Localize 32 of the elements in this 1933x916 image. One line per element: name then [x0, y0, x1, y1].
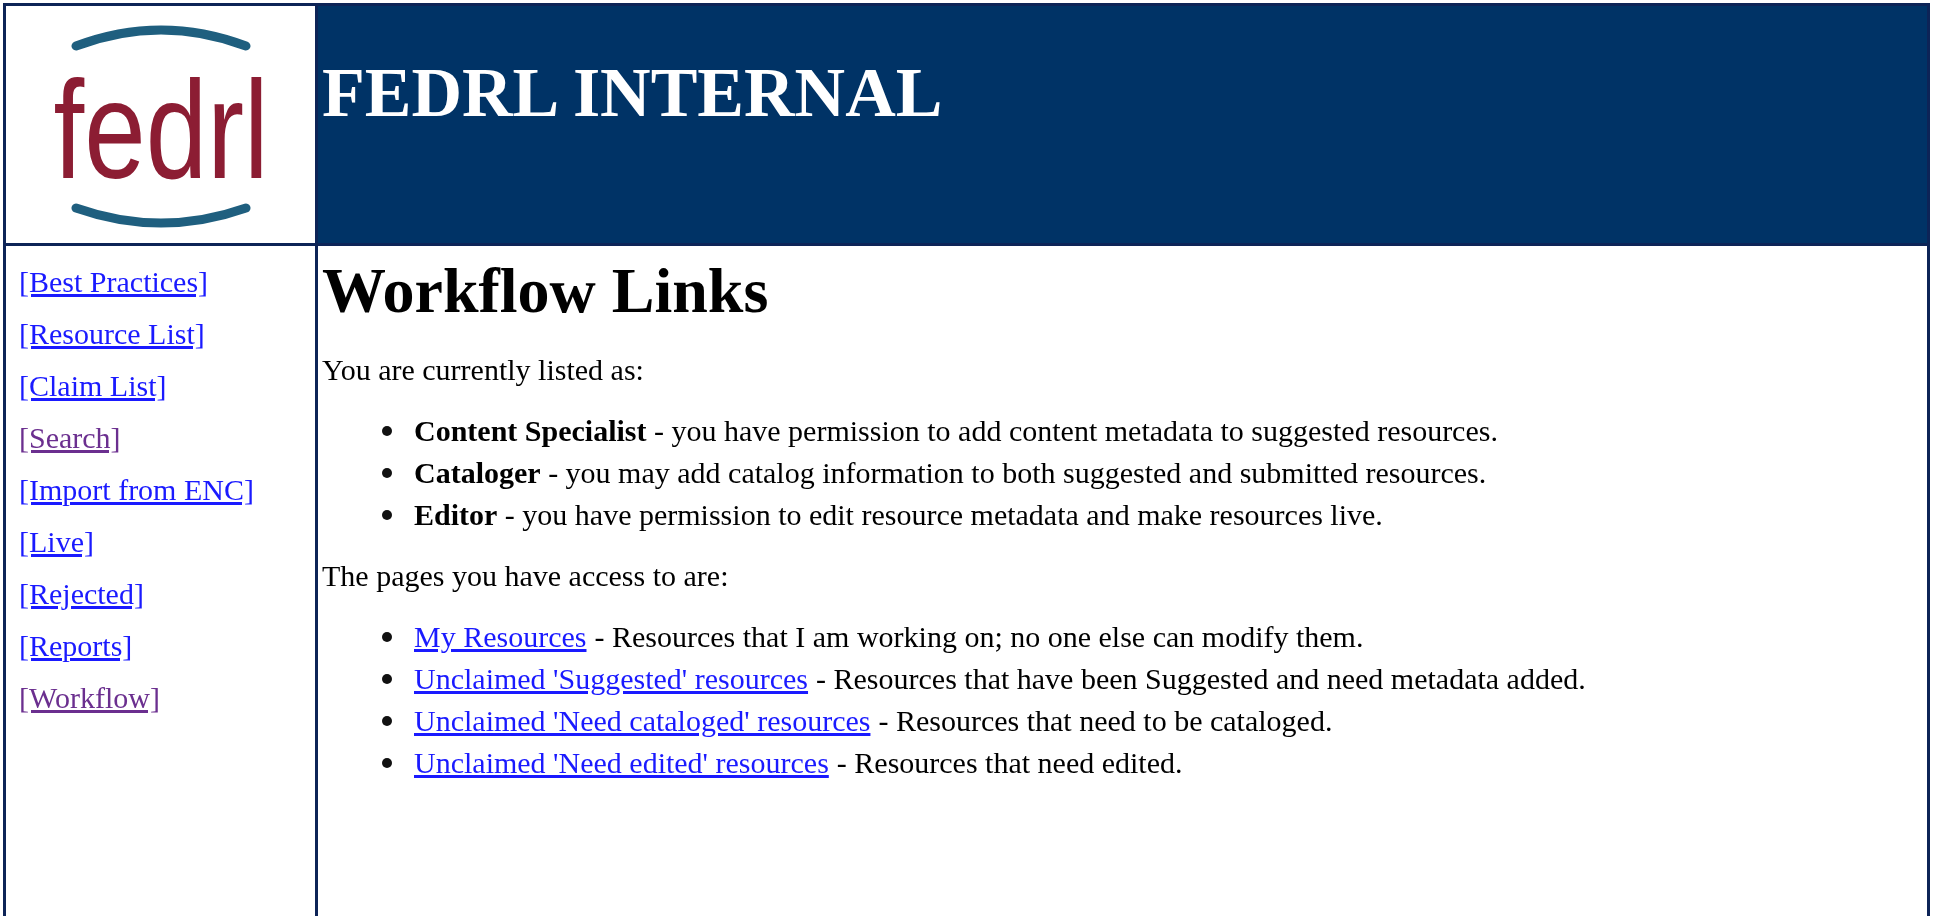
nav-link[interactable]: [Workflow] [19, 672, 160, 724]
nav-link[interactable]: [Resource List] [19, 308, 205, 360]
logo: fedrl [35, 15, 286, 234]
page-description: - Resources that have been Suggested and need metadata added. [816, 660, 1586, 697]
site-title: FEDRL INTERNAL [322, 54, 943, 131]
page-link[interactable]: Unclaimed 'Suggested' resources [414, 657, 809, 700]
bullet-icon [382, 509, 392, 520]
intro-text: You are currently listed as: [322, 352, 644, 386]
nav-link[interactable]: [Import from ENC] [19, 464, 254, 516]
nav-link[interactable]: [Search] [19, 412, 121, 464]
bullet-icon [382, 425, 392, 436]
page-link[interactable]: Unclaimed 'Need cataloged' resources [414, 699, 871, 742]
nav-link[interactable]: [Reports] [19, 620, 133, 672]
bullet-icon [382, 757, 392, 768]
nav-link[interactable]: [Live] [19, 516, 94, 568]
page-link[interactable]: My Resources [414, 615, 587, 658]
bullet-icon [382, 467, 392, 478]
role-text: Cataloger - you may add catalog information to both suggested and submitted resources. [414, 454, 1487, 491]
page-description: - Resources that I am working on; no one else can modify them. [594, 618, 1364, 655]
nav-link[interactable]: [Best Practices] [19, 256, 209, 308]
page-link[interactable]: Unclaimed 'Need edited' resources [414, 741, 829, 784]
intro-text: The pages you have access to are: [322, 558, 729, 592]
role-text: Editor - you have permission to edit resource metadata and make resources live. [414, 496, 1383, 533]
page-description: - Resources that need edited. [836, 744, 1183, 781]
role-text: Content Specialist - you have permission to add content metadata to suggested resources. [414, 412, 1498, 449]
page-heading: Workflow Links [322, 254, 769, 328]
bullet-icon [382, 715, 392, 726]
bullet-icon [382, 631, 392, 642]
bullet-icon [382, 673, 392, 684]
page-description: - Resources that need to be cataloged. [878, 702, 1333, 739]
nav-link[interactable]: [Rejected] [19, 568, 144, 620]
nav-link[interactable]: [Claim List] [19, 360, 167, 412]
